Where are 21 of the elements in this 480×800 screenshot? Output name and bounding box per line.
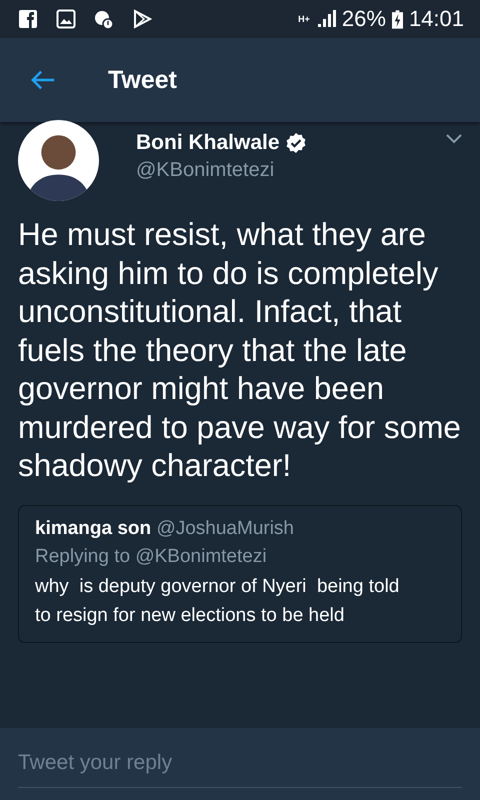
play-store-icon	[132, 9, 152, 29]
author-name: Boni Khalwale	[136, 131, 280, 155]
quoted-author-handle: @JoshuaMurish	[156, 518, 294, 538]
signal-icon	[316, 9, 336, 29]
clock: 14:01	[408, 6, 464, 32]
image-icon	[56, 9, 76, 29]
battery-icon	[392, 10, 403, 28]
back-arrow-icon[interactable]	[30, 69, 56, 91]
quoted-tweet[interactable]: kimanga son @JoshuaMurish Replying to @KBonimtetezi why is deputy governor of Nyeri being told to resign for new elections to be held	[18, 504, 462, 642]
quoted-tweet-text: why is deputy governor of Nyeri being told to resign for new elections to be held	[35, 574, 400, 628]
reply-field[interactable]: Tweet your reply	[0, 728, 480, 800]
quoted-author-name: kimanga son	[35, 518, 152, 538]
battery-percent: 26%	[342, 6, 386, 32]
notification-icon	[94, 9, 114, 29]
network-type: H+	[298, 14, 310, 24]
facebook-icon	[18, 9, 38, 29]
author-handle: @KBonimtetezi	[136, 159, 276, 182]
chevron-down-icon[interactable]	[446, 134, 462, 144]
screen-title: Tweet	[108, 66, 177, 94]
tweet-text: He must resist, what they are asking him to do is completely unconstitutional. Infact, that fuels the theory that the late governor might have been murdered to pave way for some shadowy character!	[18, 215, 462, 484]
replying-to-text: Replying to @KBonimtetezi	[35, 546, 268, 568]
